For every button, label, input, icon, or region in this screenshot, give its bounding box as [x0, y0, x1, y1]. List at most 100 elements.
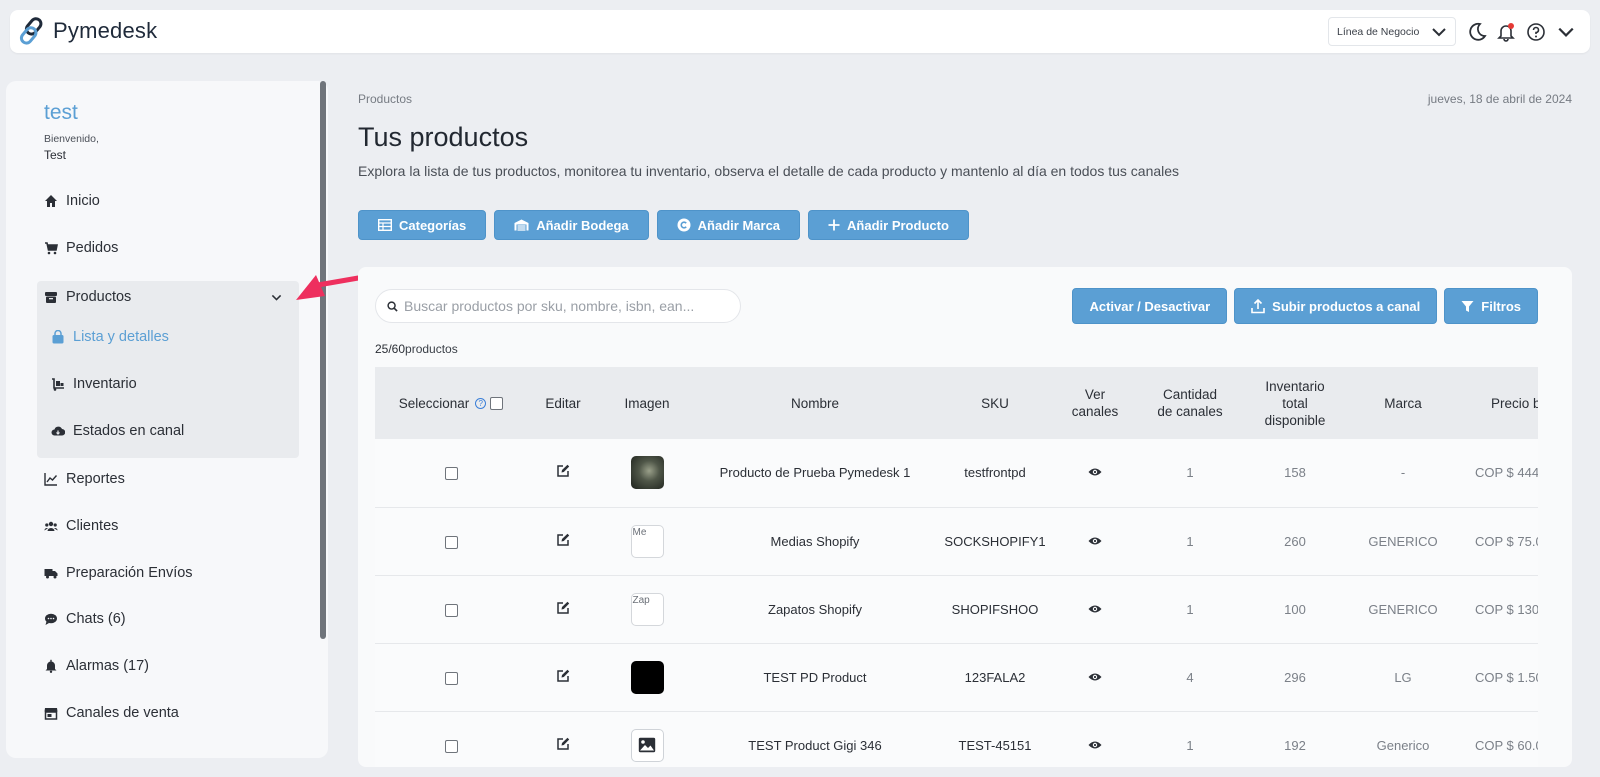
product-sku: 123FALA2: [935, 643, 1055, 712]
sidebar-item-chats[interactable]: Chats (6): [44, 607, 126, 631]
row-checkbox[interactable]: [444, 603, 458, 617]
product-name: Zapatos Shopify: [695, 575, 935, 644]
sidebar-subitem-label: Lista y detalles: [73, 329, 169, 345]
product-price: COP $ 75.00: [1461, 507, 1538, 576]
table-row[interactable]: TEST PD Product 123FALA2 4 296 LG COP $ …: [375, 643, 1538, 712]
column-header-view-channels: Ver canales: [1055, 367, 1135, 439]
product-image[interactable]: [630, 660, 664, 694]
sidebar-item-inicio[interactable]: Inicio: [44, 189, 100, 213]
product-image-broken[interactable]: Me: [630, 524, 664, 558]
categories-button[interactable]: Categorías: [358, 210, 487, 240]
help-circle-icon[interactable]: [1525, 21, 1547, 43]
search-icon: [387, 301, 398, 312]
inventory-total: 100: [1245, 575, 1345, 644]
eye-icon[interactable]: [1088, 604, 1102, 614]
add-warehouse-button[interactable]: Añadir Bodega: [494, 210, 649, 240]
product-brand: Generico: [1345, 711, 1461, 767]
app-name: Pymedesk: [53, 18, 158, 43]
product-name: TEST PD Product: [695, 643, 935, 712]
moon-icon[interactable]: [1466, 21, 1488, 43]
app-logo[interactable]: Pymedesk: [18, 16, 157, 46]
user-greeting: test Bienvenido, Test: [44, 101, 99, 162]
product-name: Medias Shopify: [695, 507, 935, 576]
activate-deactivate-label: Activar / Desactivar: [1089, 298, 1211, 314]
sidebar-subitem-inventario[interactable]: Inventario: [51, 372, 137, 396]
product-search-box[interactable]: [375, 289, 741, 323]
select-all-checkbox[interactable]: [490, 397, 504, 411]
business-line-select[interactable]: Línea de Negocio: [1328, 17, 1456, 46]
bag-icon: [51, 330, 65, 344]
chart-line-icon: [44, 472, 58, 486]
table-row[interactable]: Producto de Prueba Pymedesk 1 testfrontp…: [375, 439, 1538, 508]
product-search-input[interactable]: [404, 298, 724, 314]
sidebar-item-preparacion-envios[interactable]: Preparación Envíos: [44, 561, 193, 585]
table-row[interactable]: Me Medias Shopify SOCKSHOPIFY1 1 260 GEN…: [375, 507, 1538, 576]
sidebar-item-label: Canales de venta: [66, 705, 179, 721]
sidebar-item-label: Inicio: [66, 193, 100, 209]
products-table-wrapper[interactable]: Seleccionar? Editar Imagen Nombre SKU Ve…: [375, 367, 1538, 767]
edit-icon[interactable]: [556, 601, 570, 615]
sidebar-subitem-lista-y-detalles[interactable]: Lista y detalles: [51, 325, 169, 349]
activate-deactivate-button[interactable]: Activar / Desactivar: [1072, 288, 1228, 324]
row-checkbox[interactable]: [444, 739, 458, 753]
products-table: Seleccionar? Editar Imagen Nombre SKU Ve…: [375, 367, 1538, 767]
column-header-price: Precio ba: [1461, 367, 1538, 439]
edit-icon[interactable]: [556, 464, 570, 478]
row-checkbox[interactable]: [444, 535, 458, 549]
help-icon[interactable]: ?: [475, 398, 487, 410]
edit-icon[interactable]: [556, 737, 570, 751]
sidebar-item-pedidos[interactable]: Pedidos: [44, 236, 118, 260]
product-price: COP $ 444.0: [1461, 439, 1538, 508]
inventory-total: 296: [1245, 643, 1345, 712]
action-buttons: Categorías Añadir Bodega Añadir Marca Añ…: [358, 210, 969, 240]
product-image[interactable]: [630, 456, 664, 490]
column-header-edit: Editar: [527, 367, 599, 439]
page-description: Explora la lista de tus productos, monit…: [358, 163, 1180, 179]
sidebar: test Bienvenido, Test Inicio Pedidos Pro…: [6, 81, 328, 758]
image-placeholder-icon: [638, 737, 656, 753]
add-brand-button-label: Añadir Marca: [697, 217, 781, 233]
sidebar-item-alarmas[interactable]: Alarmas (17): [44, 654, 149, 678]
channel-count: 4: [1135, 643, 1245, 712]
row-checkbox[interactable]: [444, 467, 458, 481]
edit-icon[interactable]: [556, 669, 570, 683]
table-icon: [378, 219, 392, 231]
notification-bell-icon[interactable]: [1495, 21, 1517, 43]
sidebar-subitem-label: Inventario: [73, 376, 137, 392]
user-menu-chevron-icon[interactable]: [1555, 21, 1577, 43]
eye-icon[interactable]: [1088, 740, 1102, 750]
upload-icon: [1251, 298, 1265, 314]
link-logo-icon: [19, 17, 43, 45]
column-header-inventory: Inventario total disponible: [1245, 367, 1345, 439]
edit-icon[interactable]: [556, 533, 570, 547]
sidebar-item-productos[interactable]: Productos: [44, 285, 131, 309]
product-brand: -: [1345, 439, 1461, 508]
upload-to-channel-button[interactable]: Subir productos a canal: [1234, 288, 1438, 324]
eye-icon[interactable]: [1088, 467, 1102, 477]
sidebar-scrollbar[interactable]: [320, 81, 326, 639]
breadcrumb[interactable]: Productos: [358, 92, 412, 106]
current-date: jueves, 18 de abril de 2024: [1427, 92, 1572, 106]
add-product-button[interactable]: Añadir Producto: [808, 210, 969, 240]
chevron-down-icon[interactable]: [271, 292, 282, 303]
table-row[interactable]: Zap Zapatos Shopify SHOPIFSHOO 1 100 GEN…: [375, 575, 1538, 644]
add-brand-button[interactable]: Añadir Marca: [656, 210, 801, 240]
sidebar-subitem-estados-en-canal[interactable]: Estados en canal: [51, 419, 184, 443]
eye-icon[interactable]: [1088, 536, 1102, 546]
filters-button[interactable]: Filtros: [1444, 288, 1538, 324]
column-header-brand: Marca: [1345, 367, 1461, 439]
welcome-text: Bienvenido,: [44, 133, 99, 145]
product-brand: LG: [1345, 643, 1461, 712]
sidebar-item-canales-de-venta[interactable]: Canales de venta: [44, 701, 179, 725]
table-row[interactable]: TEST Product Gigi 346 TEST-45151 1 192 G…: [375, 711, 1538, 767]
sidebar-item-clientes[interactable]: Clientes: [44, 514, 118, 538]
product-image-broken[interactable]: Zap: [630, 592, 664, 626]
row-checkbox[interactable]: [444, 671, 458, 685]
product-image-placeholder[interactable]: [630, 728, 664, 762]
eye-icon[interactable]: [1088, 672, 1102, 682]
product-brand: GENERICO: [1345, 507, 1461, 576]
add-product-button-label: Añadir Producto: [847, 217, 949, 233]
upload-to-channel-label: Subir productos a canal: [1272, 298, 1421, 314]
truck-icon: [44, 566, 58, 580]
sidebar-item-reportes[interactable]: Reportes: [44, 467, 125, 491]
